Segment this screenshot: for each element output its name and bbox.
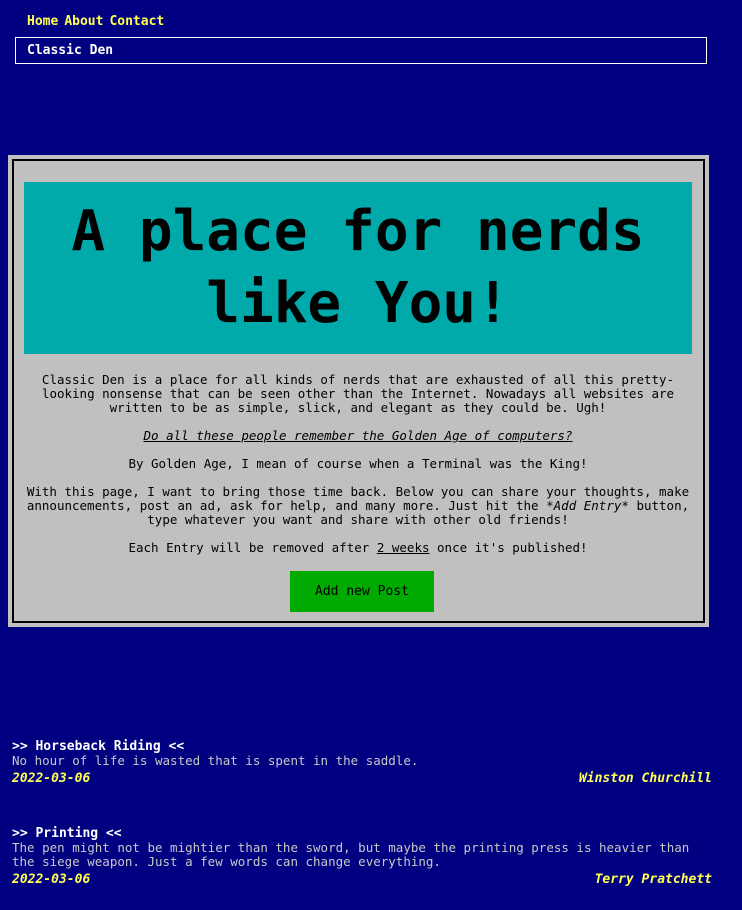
post-date: 2022-03-06 xyxy=(12,771,91,786)
intro-panel: A place for nerds like You! Classic Den … xyxy=(8,155,709,627)
intro-copy: Classic Den is a place for all kinds of … xyxy=(24,373,692,569)
post-entry: >> Printing << The pen might not be migh… xyxy=(12,827,712,887)
post-body: No hour of life is wasted that is spent … xyxy=(12,753,419,768)
instructions-paragraph: With this page, I want to bring those ti… xyxy=(26,484,690,527)
golden-age-paragraph: By Golden Age, I mean of course when a T… xyxy=(128,456,588,471)
post-meta: 2022-03-06 Winston Churchill xyxy=(12,772,712,786)
add-new-post-button[interactable]: Add new Post xyxy=(290,571,434,612)
post-title[interactable]: >> Horseback Riding << xyxy=(12,740,712,754)
post-entry: >> Horseback Riding << No hour of life i… xyxy=(12,740,712,786)
post-body: The pen might not be mightier than the s… xyxy=(12,840,690,869)
post-title[interactable]: >> Printing << xyxy=(12,827,712,841)
intro-panel-frame: A place for nerds like You! Classic Den … xyxy=(12,159,705,623)
post-meta: 2022-03-06 Terry Pratchett xyxy=(12,873,712,887)
golden-age-question: Do all these people remember the Golden … xyxy=(143,428,573,443)
hero-banner: A place for nerds like You! xyxy=(24,182,692,354)
post-author: Terry Pratchett xyxy=(594,872,712,887)
post-date: 2022-03-06 xyxy=(12,872,91,887)
expiry-notice: Each Entry will be removed after 2 weeks… xyxy=(128,540,588,555)
nav-link-home[interactable]: Home xyxy=(27,14,58,29)
post-author: Winston Churchill xyxy=(578,771,712,786)
site-title-bar: Classic Den xyxy=(15,37,707,64)
top-nav: Home About Contact xyxy=(27,14,164,29)
site-title: Classic Den xyxy=(27,43,114,58)
nav-link-contact[interactable]: Contact xyxy=(109,14,164,29)
hero-headline-line2: like You! xyxy=(206,271,510,336)
hero-headline-line1: A place for nerds xyxy=(71,199,645,264)
intro-paragraph: Classic Den is a place for all kinds of … xyxy=(41,372,675,415)
nav-link-about[interactable]: About xyxy=(64,14,103,29)
